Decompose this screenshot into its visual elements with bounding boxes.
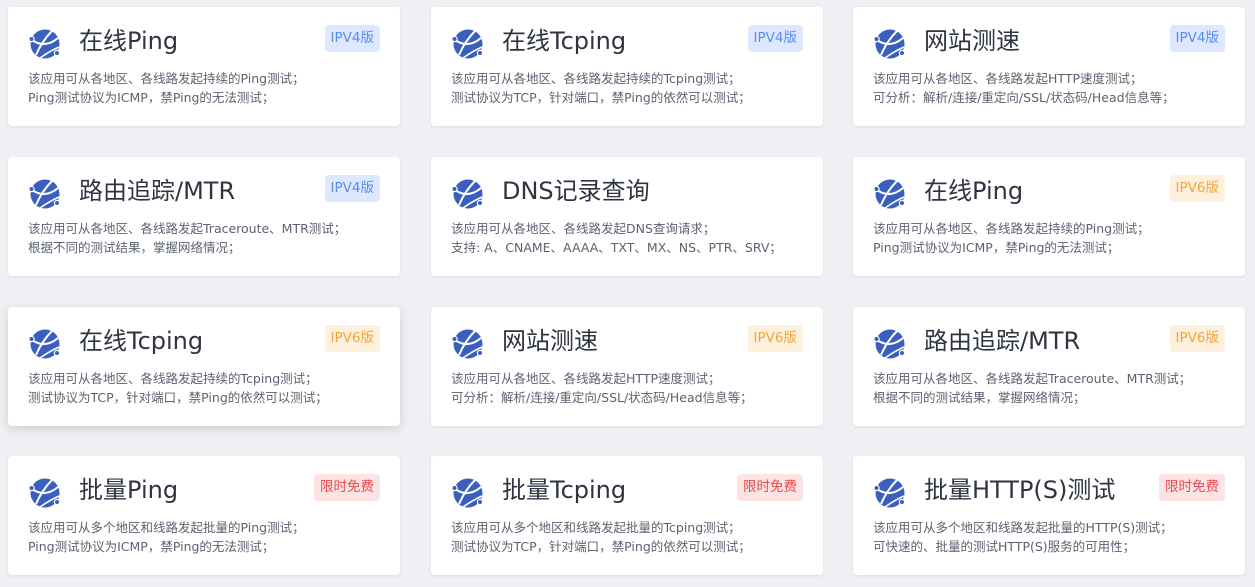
- card-title: 在线Ping: [79, 27, 179, 55]
- globe-icon: [873, 179, 906, 209]
- description-line: Ping测试协议为ICMP，禁Ping的无法测试；: [873, 240, 1120, 255]
- free-badge: 限时免费: [314, 474, 380, 501]
- version-badge: IPV6版: [324, 325, 380, 352]
- card-ipv6-tcping[interactable]: 在线Tcping IPV6版 该应用可从各地区、各线路发起持续的Tcping测试…: [8, 307, 400, 426]
- description-line: 该应用可从各地区、各线路发起HTTP速度测试；: [873, 71, 1143, 86]
- description-line: 该应用可从各地区、各线路发起持续的Tcping测试；: [28, 371, 318, 386]
- card-description: 该应用可从各地区、各线路发起持续的Tcping测试； 测试协议为TCP，针对端口…: [28, 369, 328, 407]
- version-badge: IPV4版: [747, 25, 803, 52]
- card-title: 批量HTTP(S)测试: [924, 476, 1116, 504]
- description-line: 该应用可从各地区、各线路发起HTTP速度测试；: [451, 371, 721, 386]
- description-line: 测试协议为TCP，针对端口，禁Ping的依然可以测试；: [451, 90, 751, 105]
- globe-icon: [28, 478, 61, 508]
- card-title: 在线Tcping: [79, 327, 204, 355]
- description-line: 可分析：解析/连接/重定向/SSL/状态码/Head信息等；: [451, 390, 753, 405]
- card-ipv4-website-speed[interactable]: 网站测速 IPV4版 该应用可从各地区、各线路发起HTTP速度测试； 可分析：解…: [853, 7, 1245, 126]
- card-description: 该应用可从各地区、各线路发起Traceroute、MTR测试； 根据不同的测试结…: [28, 219, 346, 257]
- card-ipv4-tcping[interactable]: 在线Tcping IPV4版 该应用可从各地区、各线路发起持续的Tcping测试…: [431, 7, 823, 126]
- card-ipv4-ping[interactable]: 在线Ping IPV4版 该应用可从各地区、各线路发起持续的Ping测试； Pi…: [8, 7, 400, 126]
- globe-icon: [28, 179, 61, 209]
- card-title: 批量Tcping: [502, 476, 627, 504]
- card-batch-tcping[interactable]: 批量Tcping 限时免费 该应用可从多个地区和线路发起批量的Tcping测试；…: [431, 456, 823, 575]
- description-line: 可快速的、批量的测试HTTP(S)服务的可用性；: [873, 539, 1136, 554]
- description-line: 该应用可从各地区、各线路发起持续的Ping测试；: [28, 71, 305, 86]
- tool-card-grid: 在线Ping IPV4版 该应用可从各地区、各线路发起持续的Ping测试； Pi…: [0, 0, 1255, 587]
- globe-icon: [28, 329, 61, 359]
- description-line: 该应用可从各地区、各线路发起Traceroute、MTR测试；: [28, 221, 347, 236]
- description-line: 根据不同的测试结果，掌握网络情况；: [28, 240, 241, 255]
- globe-icon: [873, 329, 906, 359]
- description-line: 该应用可从多个地区和线路发起批量的Ping测试；: [28, 520, 305, 535]
- description-line: Ping测试协议为ICMP，禁Ping的无法测试；: [28, 539, 275, 554]
- globe-icon: [451, 179, 484, 209]
- description-line: 该应用可从各地区、各线路发起Traceroute、MTR测试；: [873, 371, 1192, 386]
- globe-icon: [873, 29, 906, 59]
- card-title: 在线Tcping: [502, 27, 627, 55]
- description-line: 可分析：解析/连接/重定向/SSL/状态码/Head信息等；: [873, 90, 1175, 105]
- card-description: 该应用可从各地区、各线路发起DNS查询请求； 支持: A、CNAME、AAAA、…: [451, 219, 782, 257]
- free-badge: 限时免费: [737, 474, 803, 501]
- card-description: 该应用可从多个地区和线路发起批量的Ping测试； Ping测试协议为ICMP，禁…: [28, 518, 305, 556]
- globe-icon: [451, 329, 484, 359]
- card-description: 该应用可从各地区、各线路发起Traceroute、MTR测试； 根据不同的测试结…: [873, 369, 1191, 407]
- globe-icon: [28, 29, 61, 59]
- card-ipv4-traceroute[interactable]: 路由追踪/MTR IPV4版 该应用可从各地区、各线路发起Traceroute、…: [8, 157, 400, 276]
- card-title: 网站测速: [924, 27, 1020, 55]
- description-line: 测试协议为TCP，针对端口，禁Ping的依然可以测试；: [451, 539, 751, 554]
- description-line: 测试协议为TCP，针对端口，禁Ping的依然可以测试；: [28, 390, 328, 405]
- card-title: 路由追踪/MTR: [924, 327, 1081, 355]
- card-ipv6-traceroute[interactable]: 路由追踪/MTR IPV6版 该应用可从各地区、各线路发起Traceroute、…: [853, 307, 1245, 426]
- globe-icon: [451, 29, 484, 59]
- card-title: 路由追踪/MTR: [79, 177, 236, 205]
- description-line: 支持: A、CNAME、AAAA、TXT、MX、NS、PTR、SRV；: [451, 240, 782, 255]
- version-badge: IPV4版: [324, 25, 380, 52]
- card-batch-ping[interactable]: 批量Ping 限时免费 该应用可从多个地区和线路发起批量的Ping测试； Pin…: [8, 456, 400, 575]
- description-line: 该应用可从各地区、各线路发起持续的Ping测试；: [873, 221, 1150, 236]
- card-batch-http[interactable]: 批量HTTP(S)测试 限时免费 该应用可从多个地区和线路发起批量的HTTP(S…: [853, 456, 1245, 575]
- version-badge: IPV4版: [324, 175, 380, 202]
- card-dns-lookup[interactable]: DNS记录查询 该应用可从各地区、各线路发起DNS查询请求； 支持: A、CNA…: [431, 157, 823, 276]
- description-line: Ping测试协议为ICMP，禁Ping的无法测试；: [28, 90, 275, 105]
- card-title: 批量Ping: [79, 476, 179, 504]
- card-ipv6-ping[interactable]: 在线Ping IPV6版 该应用可从各地区、各线路发起持续的Ping测试； Pi…: [853, 157, 1245, 276]
- card-title: 网站测速: [502, 327, 598, 355]
- card-description: 该应用可从各地区、各线路发起持续的Ping测试； Ping测试协议为ICMP，禁…: [873, 219, 1150, 257]
- version-badge: IPV4版: [1169, 25, 1225, 52]
- description-line: 该应用可从各地区、各线路发起DNS查询请求；: [451, 221, 716, 236]
- globe-icon: [873, 478, 906, 508]
- version-badge: IPV6版: [1169, 325, 1225, 352]
- card-description: 该应用可从各地区、各线路发起持续的Ping测试； Ping测试协议为ICMP，禁…: [28, 69, 305, 107]
- description-line: 该应用可从各地区、各线路发起持续的Tcping测试；: [451, 71, 741, 86]
- card-description: 该应用可从各地区、各线路发起HTTP速度测试； 可分析：解析/连接/重定向/SS…: [873, 69, 1175, 107]
- description-line: 该应用可从多个地区和线路发起批量的HTTP(S)测试；: [873, 520, 1173, 535]
- card-ipv6-website-speed[interactable]: 网站测速 IPV6版 该应用可从各地区、各线路发起HTTP速度测试； 可分析：解…: [431, 307, 823, 426]
- free-badge: 限时免费: [1159, 474, 1225, 501]
- card-description: 该应用可从多个地区和线路发起批量的HTTP(S)测试； 可快速的、批量的测试HT…: [873, 518, 1173, 556]
- card-description: 该应用可从各地区、各线路发起持续的Tcping测试； 测试协议为TCP，针对端口…: [451, 69, 751, 107]
- card-description: 该应用可从各地区、各线路发起HTTP速度测试； 可分析：解析/连接/重定向/SS…: [451, 369, 753, 407]
- card-title: 在线Ping: [924, 177, 1024, 205]
- description-line: 该应用可从多个地区和线路发起批量的Tcping测试；: [451, 520, 741, 535]
- version-badge: IPV6版: [747, 325, 803, 352]
- description-line: 根据不同的测试结果，掌握网络情况；: [873, 390, 1086, 405]
- card-description: 该应用可从多个地区和线路发起批量的Tcping测试； 测试协议为TCP，针对端口…: [451, 518, 751, 556]
- version-badge: IPV6版: [1169, 175, 1225, 202]
- globe-icon: [451, 478, 484, 508]
- card-title: DNS记录查询: [502, 177, 650, 205]
